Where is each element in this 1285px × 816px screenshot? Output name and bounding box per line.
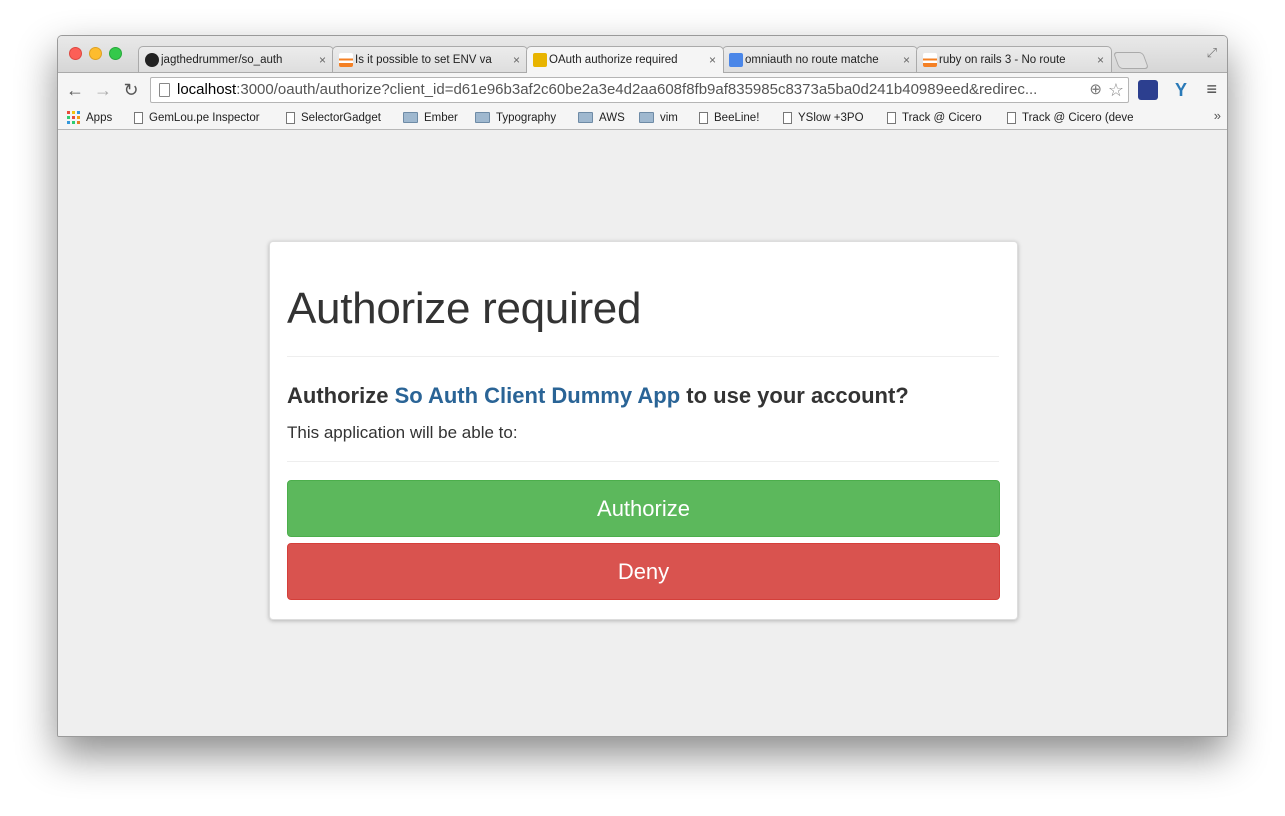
title-bar: jagthedrummer/so_auth × Is it possible t…: [58, 36, 1227, 73]
google-icon: [729, 53, 743, 67]
tab-omniauth[interactable]: omniauth no route matche ×: [722, 46, 918, 72]
tab-oauth-authorize[interactable]: OAuth authorize required ×: [526, 46, 724, 73]
authorize-prompt: Authorize So Auth Client Dummy App to us…: [287, 383, 909, 408]
tab-close-icon[interactable]: ×: [319, 47, 326, 72]
back-icon[interactable]: ←: [64, 79, 86, 101]
oauth-icon: [533, 53, 547, 67]
navigation-toolbar: ← → ↻ localhost:3000/oauth/authorize?cli…: [58, 72, 1227, 106]
fullscreen-icon[interactable]: ⤢: [1207, 45, 1217, 61]
tab-close-icon[interactable]: ×: [1097, 47, 1104, 72]
url-host: localhost: [177, 81, 237, 98]
address-bar[interactable]: localhost:3000/oauth/authorize?client_id…: [150, 77, 1129, 103]
bookmark-selectorgadget[interactable]: SelectorGadget: [286, 110, 381, 126]
file-icon: [134, 111, 143, 124]
browser-window: jagthedrummer/so_auth × Is it possible t…: [57, 35, 1228, 737]
stackoverflow-icon: [923, 53, 937, 67]
page-title: Authorize required: [287, 284, 642, 333]
extension-icon[interactable]: [1138, 80, 1158, 100]
tab-close-icon[interactable]: ×: [903, 47, 910, 72]
authorize-panel: Authorize required Authorize So Auth Cli…: [269, 241, 1018, 620]
apps-icon: [67, 111, 80, 125]
permissions-description: This application will be able to:: [287, 423, 518, 442]
folder-icon: [475, 112, 490, 124]
divider: [287, 356, 999, 357]
yslow-extension-icon[interactable]: Y: [1171, 80, 1191, 100]
folder-icon: [578, 112, 593, 124]
bookmark-folder-typography[interactable]: Typography: [475, 110, 556, 126]
file-icon: [286, 111, 295, 124]
file-icon: [887, 111, 896, 124]
page-icon: [159, 83, 170, 97]
app-name: So Auth Client Dummy App: [394, 383, 681, 408]
forward-icon[interactable]: →: [92, 79, 114, 101]
tab-env-vars[interactable]: Is it possible to set ENV va ×: [332, 46, 528, 72]
tab-rails-route[interactable]: ruby on rails 3 - No route ×: [916, 46, 1112, 72]
tab-so-auth[interactable]: jagthedrummer/so_auth ×: [138, 46, 334, 72]
folder-icon: [403, 112, 418, 124]
bookmark-gemloupe[interactable]: GemLou.pe Inspector: [134, 110, 260, 126]
file-icon: [1007, 111, 1016, 124]
url-path: :3000/oauth/authorize?client_id=d61e96b3…: [236, 81, 1038, 98]
bookmark-folder-aws[interactable]: AWS: [578, 110, 625, 126]
bookmarks-bar: Apps GemLou.pe Inspector SelectorGadget …: [58, 106, 1227, 130]
zoom-icon[interactable]: ⊕: [1089, 78, 1102, 102]
bookmark-yslow[interactable]: YSlow +3PO: [783, 110, 864, 126]
authorize-button[interactable]: Authorize: [287, 480, 1000, 537]
stackoverflow-icon: [339, 53, 353, 67]
minimize-window-button[interactable]: [89, 47, 102, 60]
close-window-button[interactable]: [69, 47, 82, 60]
zoom-window-button[interactable]: [109, 47, 122, 60]
github-icon: [145, 53, 159, 67]
bookmark-folder-vim[interactable]: vim: [639, 110, 678, 126]
folder-icon: [639, 112, 654, 124]
bookmark-track-cicero[interactable]: Track @ Cicero: [887, 110, 982, 126]
bookmarks-overflow-icon[interactable]: »: [1214, 108, 1221, 123]
tab-close-icon[interactable]: ×: [513, 47, 520, 72]
reload-icon[interactable]: ↻: [120, 79, 142, 101]
deny-button[interactable]: Deny: [287, 543, 1000, 600]
bookmark-folder-ember[interactable]: Ember: [403, 110, 458, 126]
divider: [287, 461, 999, 462]
menu-icon[interactable]: ≡: [1206, 79, 1217, 100]
file-icon: [699, 111, 708, 124]
file-icon: [783, 111, 792, 124]
page-content: Authorize required Authorize So Auth Cli…: [58, 131, 1227, 736]
bookmark-star-icon[interactable]: ☆: [1108, 78, 1124, 102]
bookmark-apps[interactable]: Apps: [67, 110, 112, 126]
bookmark-track-cicero-dev[interactable]: Track @ Cicero (deve: [1007, 110, 1142, 126]
new-tab-button[interactable]: [1112, 52, 1150, 69]
tab-close-icon[interactable]: ×: [709, 47, 716, 73]
bookmark-beeline[interactable]: BeeLine!: [699, 110, 759, 126]
